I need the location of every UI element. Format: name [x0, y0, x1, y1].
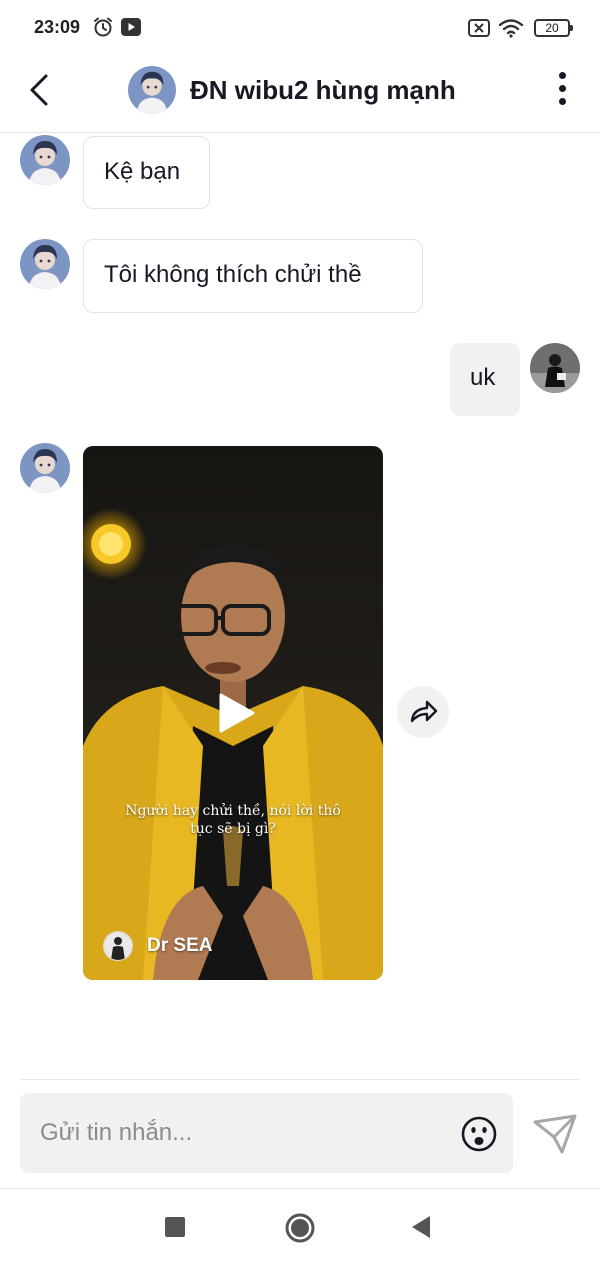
sender-avatar[interactable]	[20, 135, 70, 185]
send-icon	[533, 1114, 577, 1154]
system-nav-bar	[0, 1188, 600, 1268]
emoji-icon	[461, 1116, 497, 1152]
video-app-icon	[120, 16, 142, 43]
battery-icon: 20	[534, 19, 573, 37]
back-triangle-icon	[412, 1216, 430, 1238]
alarm-icon	[92, 16, 114, 43]
video-author[interactable]: Dr SEA	[103, 931, 212, 961]
share-arrow-icon	[410, 700, 438, 723]
message-bubble[interactable]: Kệ bạn	[83, 136, 210, 209]
recent-apps-icon	[165, 1217, 185, 1237]
status-bar: 23:09 20	[0, 0, 600, 58]
wifi-icon	[498, 18, 524, 43]
composer-divider	[20, 1079, 580, 1080]
message-text: Tôi không thích chửi thề	[104, 261, 362, 288]
more-options-button[interactable]	[556, 72, 568, 108]
chat-header: ĐN wibu2 hùng mạnh	[0, 58, 600, 133]
chevron-left-icon	[30, 74, 48, 106]
message-text: Kệ bạn	[104, 158, 181, 185]
play-icon[interactable]	[217, 692, 257, 734]
status-time: 23:09	[34, 17, 81, 37]
recent-apps-button[interactable]	[165, 1217, 185, 1242]
back-nav-button[interactable]	[410, 1215, 432, 1244]
video-caption: Người hay chửi thề, nói lời thô tục sẽ b…	[125, 803, 341, 837]
chat-title: ĐN wibu2 hùng mạnh	[190, 75, 456, 105]
message-bubble[interactable]: Tôi không thích chửi thề	[83, 239, 423, 313]
more-vertical-icon	[556, 72, 568, 105]
chat-partner-avatar[interactable]	[128, 66, 176, 114]
back-button[interactable]	[22, 70, 58, 110]
share-button[interactable]	[397, 686, 449, 738]
sender-avatar[interactable]	[20, 239, 70, 289]
video-author-avatar	[103, 931, 133, 961]
sim-disabled-icon	[468, 19, 490, 42]
my-avatar[interactable]	[530, 343, 580, 393]
message-composer	[20, 1093, 513, 1173]
my-message-bubble[interactable]: uk	[450, 343, 520, 416]
message-text: uk	[470, 364, 496, 391]
video-author-name: Dr SEA	[147, 935, 213, 956]
message-input[interactable]	[40, 1093, 450, 1173]
emoji-button[interactable]	[461, 1116, 497, 1152]
sender-avatar[interactable]	[20, 443, 70, 493]
shared-video-card[interactable]: Người hay chửi thề, nói lời thô tục sẽ b…	[83, 446, 383, 980]
send-button[interactable]	[532, 1113, 578, 1155]
home-button[interactable]	[284, 1212, 316, 1249]
home-icon	[285, 1213, 315, 1243]
